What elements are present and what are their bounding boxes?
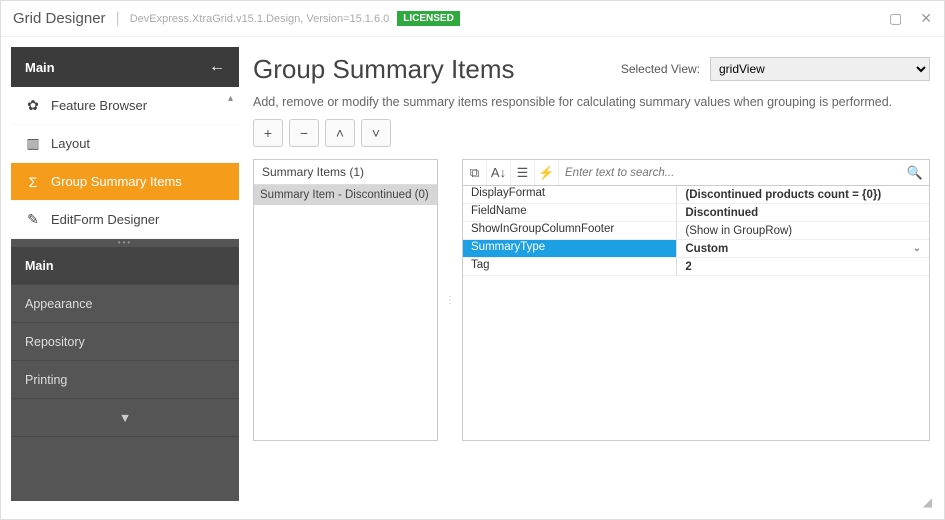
sidebar-item-label: Group Summary Items xyxy=(51,174,182,189)
section-printing[interactable]: Printing xyxy=(11,361,239,399)
resize-grip-icon[interactable]: ◢ xyxy=(923,495,932,509)
prop-row-fieldname[interactable]: FieldName Discontinued xyxy=(463,204,929,222)
prop-row-tag[interactable]: Tag 2 xyxy=(463,258,929,276)
events-icon[interactable]: ⚡ xyxy=(535,161,559,185)
search-icon[interactable]: 🔍 xyxy=(907,165,923,181)
dropdown-icon[interactable]: ⌄ xyxy=(913,243,921,254)
gear-icon: ✿ xyxy=(25,97,41,114)
property-grid-body: DisplayFormat (Discontinued products cou… xyxy=(463,186,929,440)
sidebar-item-label: EditForm Designer xyxy=(51,212,159,227)
section-appearance[interactable]: Appearance xyxy=(11,285,239,323)
layout-icon: ▥ xyxy=(25,135,41,152)
chevron-up-icon: ˄ xyxy=(336,125,344,141)
move-up-button[interactable]: ˄ xyxy=(325,119,355,147)
prop-row-showingroup[interactable]: ShowInGroupColumnFooter (Show in GroupRo… xyxy=(463,222,929,240)
edit-icon: ✎ xyxy=(25,211,41,228)
main-panel: Group Summary Items Selected View: gridV… xyxy=(253,47,934,501)
selected-view-label: Selected View: xyxy=(621,62,700,76)
sidebar-item-group-summary[interactable]: Σ Group Summary Items xyxy=(11,163,239,201)
item-toolbar: + − ˄ ˅ xyxy=(253,119,930,147)
remove-button[interactable]: − xyxy=(289,119,319,147)
prop-row-displayformat[interactable]: DisplayFormat (Discontinued products cou… xyxy=(463,186,929,204)
sidebar-item-layout[interactable]: ▥ Layout xyxy=(11,125,239,163)
page-description: Add, remove or modify the summary items … xyxy=(253,95,930,109)
property-grid: ⧉ A↓ ☰ ⚡ 🔍 DisplayFormat (Discontinued p… xyxy=(462,159,930,441)
sidebar-tree: ▴ ✿ Feature Browser ▥ Layout Σ Group Sum… xyxy=(11,87,239,247)
back-arrow-icon[interactable]: ← xyxy=(209,58,225,76)
titlebar: Grid Designer | DevExpress.XtraGrid.v15.… xyxy=(1,1,944,37)
plus-icon: + xyxy=(264,125,272,141)
scroll-up-icon[interactable]: ▴ xyxy=(228,93,233,104)
sidebar-header: Main ← xyxy=(11,47,239,87)
splitter-vertical[interactable]: ⋮ xyxy=(448,159,452,441)
sort-az-icon[interactable]: A↓ xyxy=(487,161,511,185)
app-title: Grid Designer xyxy=(13,10,106,27)
move-down-button[interactable]: ˅ xyxy=(361,119,391,147)
property-search-input[interactable] xyxy=(565,167,907,179)
sidebar-item-feature-browser[interactable]: ✿ Feature Browser xyxy=(11,87,239,125)
maximize-icon[interactable]: ▢ xyxy=(889,10,902,27)
categorize-icon[interactable]: ⧉ xyxy=(463,161,487,185)
chevron-down-icon: ˅ xyxy=(372,125,380,141)
selected-view-dropdown[interactable]: gridView xyxy=(710,57,930,81)
section-expand[interactable]: ▼ xyxy=(11,399,239,437)
section-main[interactable]: Main xyxy=(11,247,239,285)
sidebar-item-label: Layout xyxy=(51,136,90,151)
summary-item[interactable]: Summary Item - Discontinued (0) xyxy=(254,185,437,205)
summary-items-panel: Summary Items (1) Summary Item - Discont… xyxy=(253,159,438,441)
sidebar-item-label: Feature Browser xyxy=(51,98,147,113)
sidebar-sections: Main Appearance Repository Printing ▼ xyxy=(11,247,239,501)
sidebar-item-editform[interactable]: ✎ EditForm Designer xyxy=(11,201,239,239)
section-repository[interactable]: Repository xyxy=(11,323,239,361)
sigma-icon: Σ xyxy=(25,174,41,190)
summary-items-header: Summary Items (1) xyxy=(254,160,437,185)
license-badge: LICENSED xyxy=(397,11,460,26)
chevron-down-icon: ▼ xyxy=(119,411,131,425)
prop-row-summarytype[interactable]: SummaryType Custom⌄ xyxy=(463,240,929,258)
sidebar: Main ← ▴ ✿ Feature Browser ▥ Layout Σ Gr… xyxy=(11,47,239,501)
close-icon[interactable]: ✕ xyxy=(920,10,932,27)
sidebar-header-label: Main xyxy=(25,60,55,75)
properties-icon[interactable]: ☰ xyxy=(511,161,535,185)
page-title: Group Summary Items xyxy=(253,54,515,85)
splitter-horizontal[interactable]: ••• xyxy=(11,239,239,247)
minus-icon: − xyxy=(300,125,308,141)
add-button[interactable]: + xyxy=(253,119,283,147)
app-subtitle: DevExpress.XtraGrid.v15.1.Design, Versio… xyxy=(130,13,390,25)
